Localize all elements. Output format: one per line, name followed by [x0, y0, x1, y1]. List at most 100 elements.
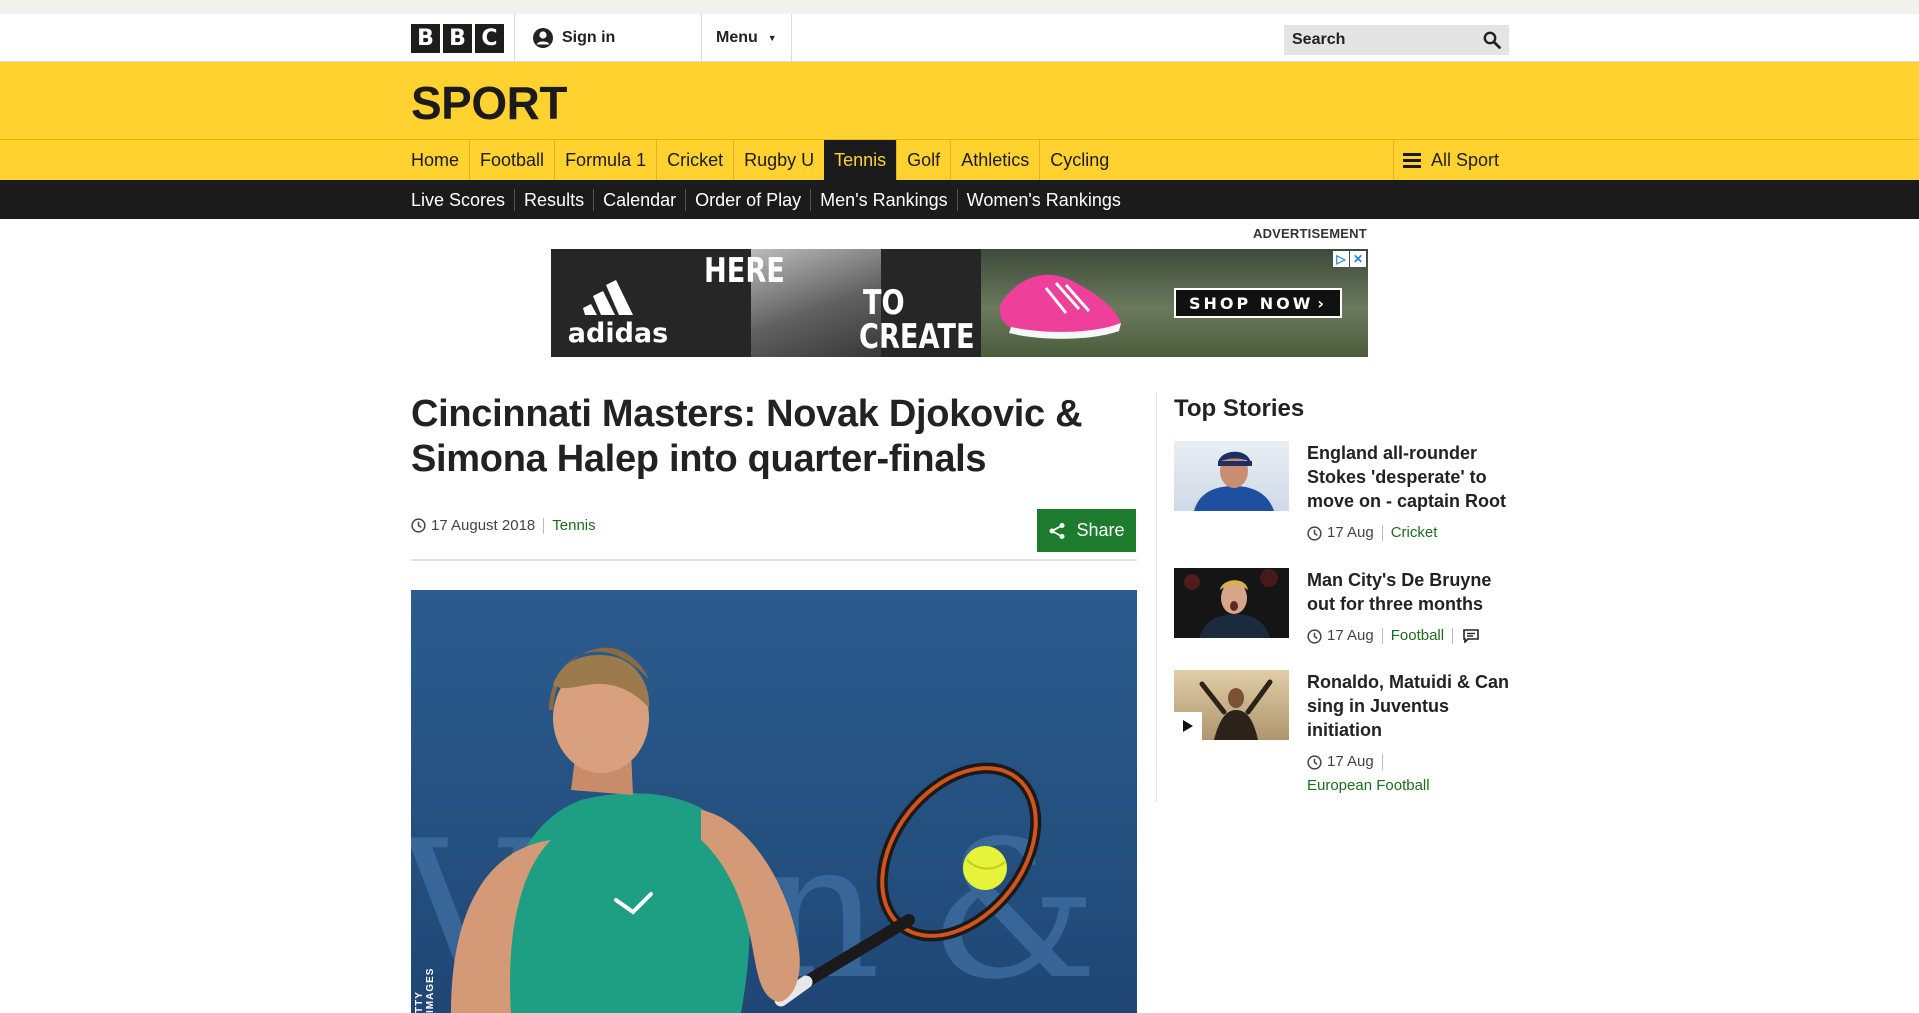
tennis-secondary-nav: Live Scores Results Calendar Order of Pl…	[0, 180, 1919, 219]
meta-divider	[1452, 628, 1454, 644]
meta-rule	[411, 559, 1137, 561]
masthead-divider	[790, 14, 792, 62]
article-section-link[interactable]: Tennis	[552, 517, 595, 534]
bbc-logo-letter-2: B	[443, 23, 472, 53]
footballer-thumbnail-image	[1184, 569, 1278, 638]
share-icon	[1049, 522, 1065, 539]
all-sport-button[interactable]: All Sport	[1392, 140, 1509, 180]
article-date: 17 August 2018	[431, 517, 536, 534]
story-body: England all-rounder Stokes 'desperate' t…	[1307, 441, 1512, 545]
signin-label: Sign in	[562, 29, 616, 46]
meta-divider	[1381, 754, 1383, 770]
adidas-ad-banner[interactable]: adidas HERE TO CREATE SHOP NOW › ▷ ✕	[551, 249, 1368, 357]
magnifier-icon[interactable]	[1483, 31, 1501, 49]
story-section-link[interactable]: Football	[1391, 624, 1444, 648]
ad-headline-here: HERE	[704, 251, 785, 291]
sport-header: SPORT	[0, 62, 1919, 140]
subnav-results[interactable]: Results	[514, 188, 593, 211]
menu-label: Menu	[716, 29, 758, 46]
top-stories-heading: Top Stories	[1174, 395, 1305, 422]
search-input[interactable]	[1292, 31, 1462, 49]
top-story-item[interactable]: Man City's De Bruyne out for three month…	[1174, 568, 1514, 648]
cricketer-thumbnail-image	[1194, 451, 1274, 511]
search-box	[1284, 25, 1509, 55]
masthead-inner: B B C Sign in Menu ▼	[411, 14, 1509, 62]
bbc-logo[interactable]: B B C	[411, 23, 514, 53]
tennis-player-illustration	[451, 647, 1042, 1013]
all-sport-label: All Sport	[1430, 149, 1499, 170]
sidebar-divider	[1156, 392, 1157, 802]
story-meta: 17 Aug Cricket	[1307, 521, 1512, 545]
clock-icon	[1307, 754, 1322, 770]
nav-item-football[interactable]: Football	[469, 140, 554, 180]
clock-icon	[411, 518, 426, 533]
bbc-logo-letter-3: C	[475, 23, 504, 53]
video-play-icon[interactable]	[1174, 712, 1202, 740]
story-section-link[interactable]: Cricket	[1391, 521, 1438, 545]
subnav-womens-rankings[interactable]: Women's Rankings	[956, 188, 1130, 211]
article-meta: 17 August 2018 Tennis	[411, 517, 596, 534]
nav-item-cricket[interactable]: Cricket	[656, 140, 733, 180]
menu-button[interactable]: Menu ▼	[702, 29, 791, 47]
story-date: 17 Aug	[1327, 753, 1374, 770]
story-thumbnail[interactable]	[1174, 670, 1289, 740]
story-thumbnail[interactable]	[1174, 568, 1289, 638]
ad-headline-create: CREATE	[859, 317, 975, 357]
subnav-mens-rankings[interactable]: Men's Rankings	[810, 188, 957, 211]
story-meta: 17 Aug European Football	[1307, 750, 1512, 798]
subnav-calendar[interactable]: Calendar	[593, 188, 685, 211]
chevron-right-icon: ›	[1317, 293, 1328, 313]
ad-shoe-image	[999, 274, 1121, 339]
story-title[interactable]: Man City's De Bruyne out for three month…	[1307, 568, 1512, 616]
clock-icon	[1307, 628, 1322, 644]
nav-item-rugby-union[interactable]: Rugby U	[733, 140, 824, 180]
article-headline: Cincinnati Masters: Novak Djokovic & Sim…	[411, 393, 1083, 480]
secondary-nav-inner: Live Scores Results Calendar Order of Pl…	[411, 180, 1130, 219]
advertisement-label: ADVERTISEMENT	[1253, 226, 1367, 241]
nav-item-golf[interactable]: Golf	[896, 140, 950, 180]
meta-divider	[543, 517, 545, 534]
subnav-order-of-play[interactable]: Order of Play	[685, 188, 810, 211]
story-date: 17 Aug	[1327, 524, 1374, 541]
nav-item-home[interactable]: Home	[411, 140, 469, 180]
bbc-masthead: B B C Sign in Menu ▼	[0, 14, 1919, 62]
subnav-live-scores[interactable]: Live Scores	[411, 189, 514, 211]
browser-top-strip	[0, 0, 1919, 14]
nav-item-athletics[interactable]: Athletics	[950, 140, 1039, 180]
top-story-item[interactable]: Ronaldo, Matuidi & Can sing in Juventus …	[1174, 670, 1514, 798]
ad-choices[interactable]: ▷ ✕	[1333, 251, 1366, 267]
story-section-link[interactable]: European Football	[1307, 774, 1512, 798]
story-date: 17 Aug	[1327, 627, 1374, 644]
user-icon	[533, 28, 553, 48]
meta-divider	[1381, 525, 1383, 541]
sport-primary-nav: Home Football Formula 1 Cricket Rugby U …	[0, 140, 1919, 180]
primary-nav-inner: Home Football Formula 1 Cricket Rugby U …	[411, 140, 1509, 180]
sport-title[interactable]: SPORT	[411, 76, 567, 130]
share-button[interactable]: Share	[1037, 509, 1136, 552]
story-meta: 17 Aug Football	[1307, 624, 1512, 648]
ad-choices-play-icon[interactable]: ▷	[1333, 251, 1349, 267]
hamburger-icon	[1402, 152, 1421, 168]
meta-divider	[1381, 628, 1383, 644]
story-title[interactable]: Ronaldo, Matuidi & Can sing in Juventus …	[1307, 670, 1512, 742]
story-thumbnail[interactable]	[1174, 441, 1289, 511]
nav-item-cycling[interactable]: Cycling	[1039, 140, 1119, 180]
signin-link[interactable]: Sign in	[515, 27, 701, 49]
story-body: Ronaldo, Matuidi & Can sing in Juventus …	[1307, 670, 1512, 798]
comments-icon[interactable]	[1463, 629, 1479, 643]
ad-close-icon[interactable]: ✕	[1350, 251, 1366, 267]
adidas-logo: adidas	[568, 280, 668, 347]
ad-brand-text: adidas	[568, 318, 668, 347]
ad-cta-label: SHOP NOW	[1188, 293, 1314, 313]
article-hero-image: Ve rn & S TTY IMAGES	[411, 590, 1137, 1013]
bbc-logo-letter-1: B	[411, 23, 440, 53]
nav-item-tennis[interactable]: Tennis	[824, 140, 897, 180]
caret-down-icon: ▼	[767, 33, 777, 43]
story-body: Man City's De Bruyne out for three month…	[1307, 568, 1512, 648]
hero-image-credit: TTY IMAGES	[414, 967, 436, 1013]
ad-shop-now-button[interactable]: SHOP NOW ›	[1174, 288, 1342, 318]
top-story-item[interactable]: England all-rounder Stokes 'desperate' t…	[1174, 441, 1514, 545]
clock-icon	[1307, 525, 1322, 541]
story-title[interactable]: England all-rounder Stokes 'desperate' t…	[1307, 441, 1512, 513]
nav-item-formula-1[interactable]: Formula 1	[554, 140, 656, 180]
